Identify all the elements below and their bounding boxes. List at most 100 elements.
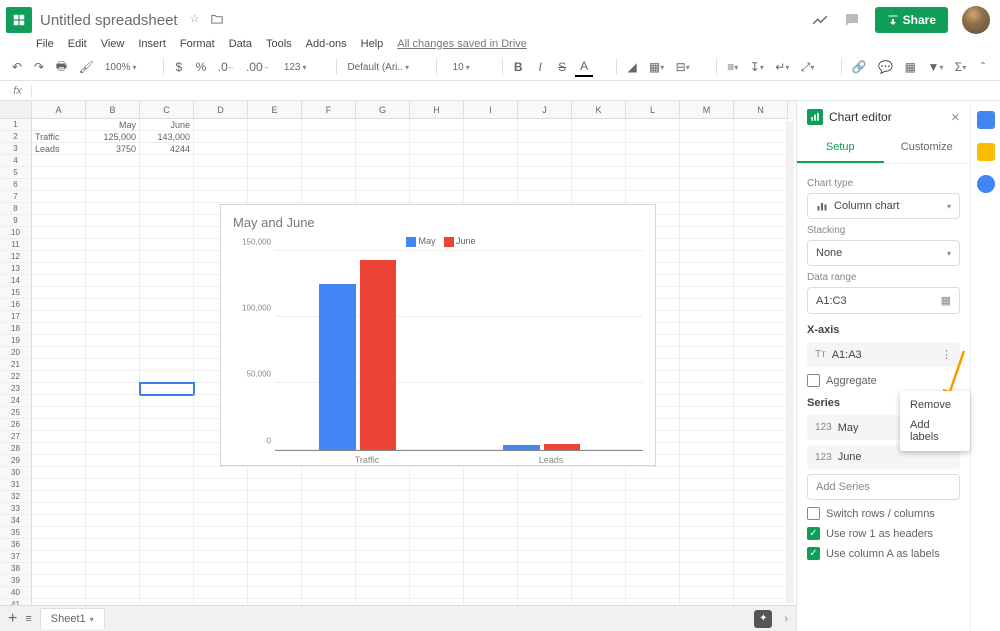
cell[interactable] [140, 299, 194, 311]
cell[interactable] [32, 167, 86, 179]
cell[interactable] [356, 167, 410, 179]
borders-icon[interactable]: ▦▾ [645, 57, 668, 77]
link-icon[interactable]: 🔗 [848, 57, 870, 77]
cell[interactable] [734, 383, 788, 395]
menu-view[interactable]: View [101, 38, 125, 50]
cell[interactable] [194, 155, 248, 167]
cell[interactable] [680, 263, 734, 275]
cell[interactable] [194, 539, 248, 551]
cell[interactable] [410, 563, 464, 575]
add-series-button[interactable]: Add Series [807, 474, 960, 500]
cell[interactable] [86, 503, 140, 515]
cell[interactable] [302, 587, 356, 599]
cell[interactable] [194, 551, 248, 563]
cell[interactable] [410, 143, 464, 155]
menu-help[interactable]: Help [361, 38, 384, 50]
cell[interactable] [680, 359, 734, 371]
cell[interactable] [626, 479, 680, 491]
fill-color-icon[interactable]: ◢ [623, 57, 641, 77]
cell[interactable] [32, 227, 86, 239]
column-header[interactable]: E [248, 101, 302, 119]
cell[interactable] [464, 119, 518, 131]
cell[interactable] [464, 539, 518, 551]
cell[interactable] [734, 575, 788, 587]
cell[interactable] [86, 215, 140, 227]
cell[interactable] [32, 419, 86, 431]
cell[interactable] [734, 143, 788, 155]
cell[interactable] [734, 455, 788, 467]
cell[interactable] [734, 335, 788, 347]
cell[interactable] [680, 323, 734, 335]
cell[interactable] [86, 155, 140, 167]
cell[interactable] [572, 479, 626, 491]
cell[interactable] [140, 371, 194, 383]
row-header[interactable]: 19 [0, 335, 32, 347]
cell[interactable] [572, 191, 626, 203]
cell[interactable] [140, 359, 194, 371]
cell[interactable] [734, 119, 788, 131]
sheet-tab[interactable]: Sheet1 ▾ [40, 608, 105, 629]
cell[interactable] [248, 143, 302, 155]
cell[interactable] [734, 503, 788, 515]
toolbar-expand-icon[interactable]: ˆ [974, 57, 992, 77]
cell[interactable] [410, 551, 464, 563]
row-header[interactable]: 33 [0, 503, 32, 515]
cell[interactable] [32, 515, 86, 527]
redo-icon[interactable]: ↷ [30, 57, 48, 77]
cell[interactable] [734, 347, 788, 359]
row-header[interactable]: 40 [0, 587, 32, 599]
cell[interactable] [410, 119, 464, 131]
font-size[interactable]: 10 [443, 57, 479, 77]
dec-increase[interactable]: .00→ [242, 57, 273, 77]
cell[interactable] [572, 491, 626, 503]
rotate-icon[interactable]: ⤢▾ [797, 57, 818, 77]
stacking-select[interactable]: None ▾ [807, 240, 960, 266]
cell[interactable] [32, 287, 86, 299]
cell[interactable] [572, 179, 626, 191]
cell[interactable] [32, 263, 86, 275]
trend-icon[interactable] [811, 11, 829, 29]
cell[interactable] [86, 203, 140, 215]
cell[interactable]: 143,000 [140, 131, 194, 143]
cell[interactable] [86, 431, 140, 443]
cell[interactable] [734, 131, 788, 143]
row-header[interactable]: 16 [0, 299, 32, 311]
cell[interactable] [626, 563, 680, 575]
row-header[interactable]: 8 [0, 203, 32, 215]
row-header[interactable]: 1 [0, 119, 32, 131]
row-header[interactable]: 31 [0, 479, 32, 491]
cell[interactable] [140, 251, 194, 263]
cell[interactable] [140, 191, 194, 203]
row-header[interactable]: 15 [0, 287, 32, 299]
cell[interactable] [302, 155, 356, 167]
cell[interactable] [518, 491, 572, 503]
column-header[interactable]: M [680, 101, 734, 119]
cell[interactable] [680, 287, 734, 299]
number-format[interactable]: 123 [277, 57, 313, 77]
cell[interactable] [680, 575, 734, 587]
cell[interactable] [464, 563, 518, 575]
row-header[interactable]: 30 [0, 467, 32, 479]
cell[interactable]: 3750 [86, 143, 140, 155]
panel-collapse-icon[interactable]: › [784, 613, 788, 625]
cell[interactable] [32, 359, 86, 371]
cell[interactable] [410, 179, 464, 191]
cell[interactable] [626, 503, 680, 515]
cell[interactable] [572, 143, 626, 155]
cell[interactable] [680, 371, 734, 383]
cell[interactable] [518, 155, 572, 167]
valign-icon[interactable]: ↧▾ [746, 57, 768, 77]
dec-decrease[interactable]: .0← [214, 57, 238, 77]
cell[interactable] [680, 491, 734, 503]
cell[interactable] [32, 551, 86, 563]
cell[interactable] [680, 347, 734, 359]
cell[interactable] [194, 515, 248, 527]
cell[interactable] [86, 479, 140, 491]
all-sheets-button[interactable]: ≡ [25, 613, 31, 625]
cell[interactable] [734, 527, 788, 539]
sheets-logo[interactable] [6, 7, 32, 33]
cell[interactable] [356, 515, 410, 527]
merge-icon[interactable]: ⊟▾ [672, 57, 694, 77]
strike-icon[interactable]: S [553, 57, 571, 77]
functions-icon[interactable]: Σ▾ [951, 57, 970, 77]
